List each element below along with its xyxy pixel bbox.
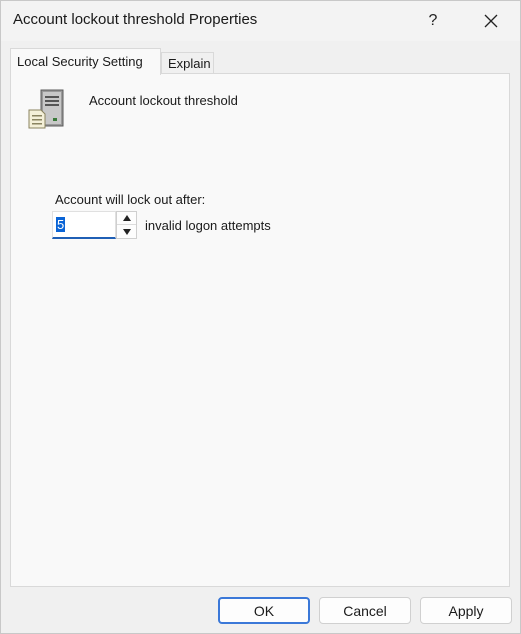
help-icon: ? [428,12,438,29]
policy-name: Account lockout threshold [89,93,238,108]
title-bar: Account lockout threshold Properties ? [1,1,520,41]
lockout-threshold-input[interactable]: 5 [52,211,116,239]
tab-strip: Local Security Setting Explain [10,48,510,75]
tab-explain[interactable]: Explain [161,52,214,74]
triangle-up-icon [122,215,131,221]
ok-button[interactable]: OK [218,597,310,624]
stepper-up-button[interactable] [117,212,136,225]
close-button[interactable] [469,5,513,37]
tab-panel: Account lockout threshold Account will l… [10,73,510,587]
triangle-down-icon [122,228,131,235]
server-document-icon [28,89,64,129]
close-icon [484,14,498,28]
cancel-button[interactable]: Cancel [319,597,411,624]
lockout-threshold-stepper[interactable] [116,211,137,239]
dialog-footer: OK Cancel Apply [1,587,520,633]
help-button[interactable]: ? [411,5,455,37]
tab-local-security-setting[interactable]: Local Security Setting [10,48,161,75]
lockout-threshold-value: 5 [56,217,66,232]
stepper-down-button[interactable] [117,225,136,238]
window-title: Account lockout threshold Properties [13,11,258,28]
invalid-logon-attempts-label: invalid logon attempts [145,218,271,233]
apply-button[interactable]: Apply [420,597,512,624]
lockout-threshold-label: Account will lock out after: [55,192,206,207]
properties-dialog: Account lockout threshold Properties ? L… [0,0,521,634]
